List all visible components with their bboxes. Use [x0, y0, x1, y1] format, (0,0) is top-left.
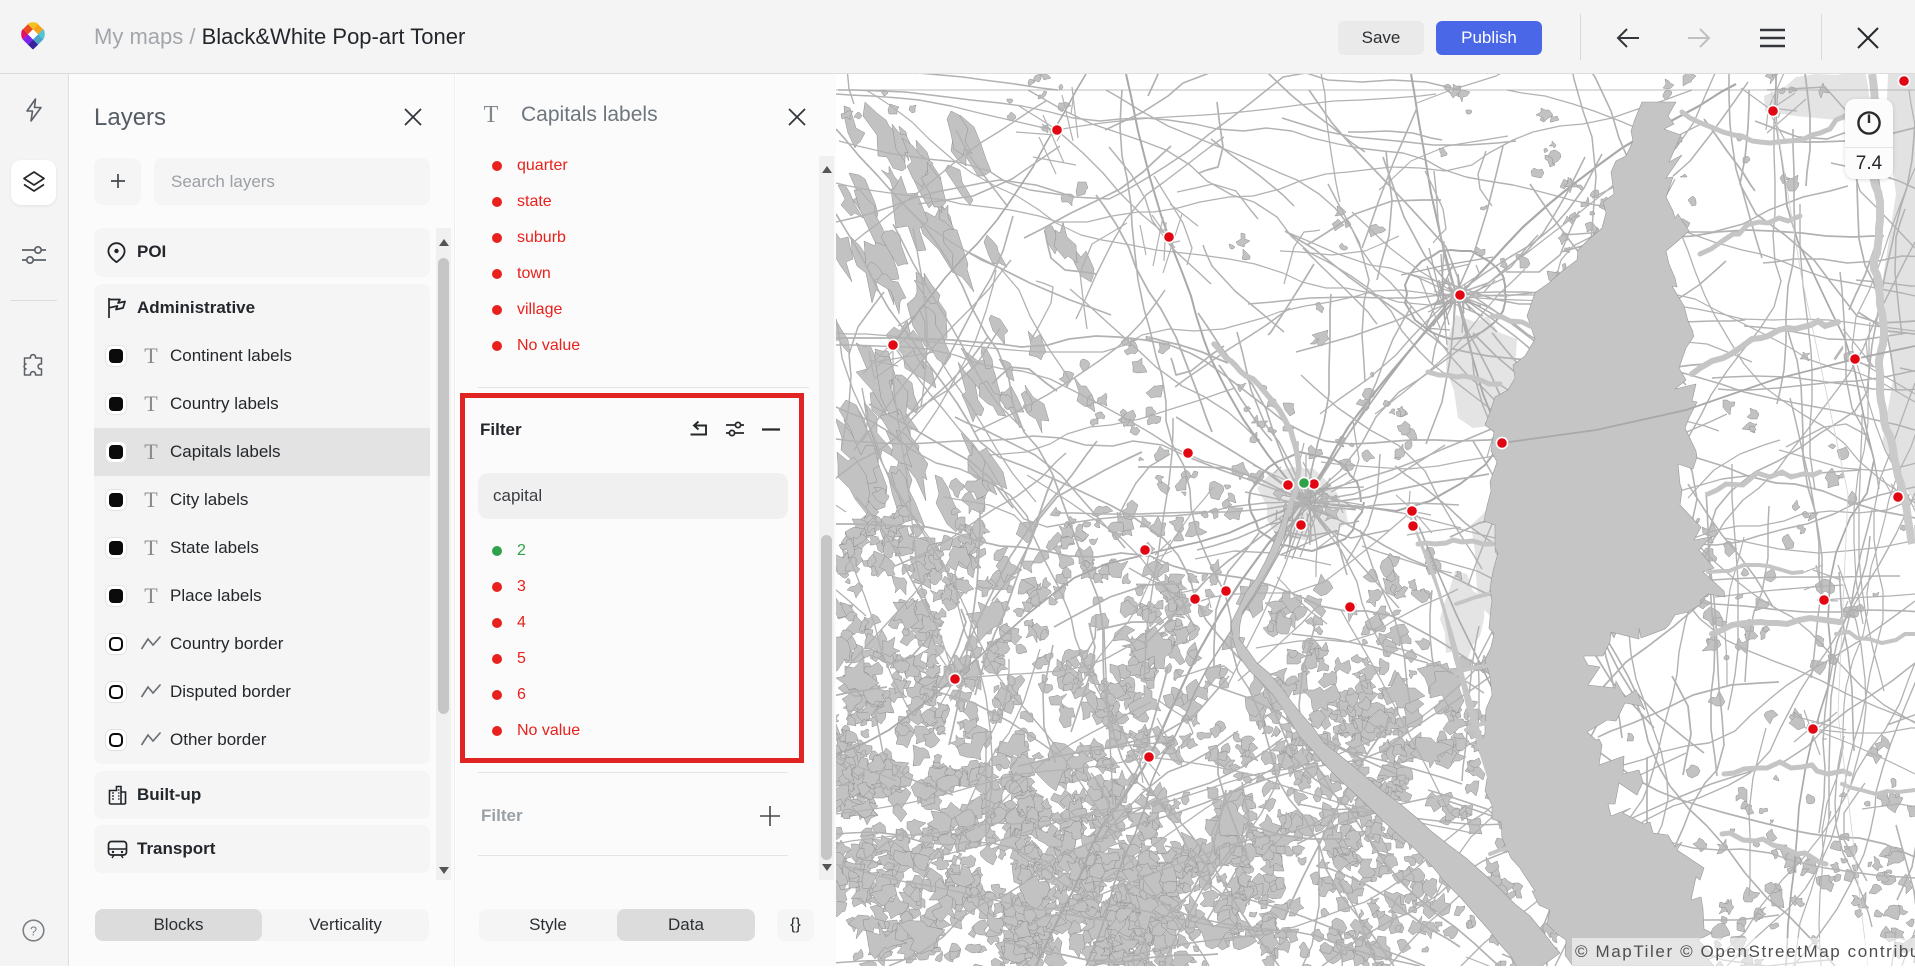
svg-text:?: ? [30, 923, 37, 938]
